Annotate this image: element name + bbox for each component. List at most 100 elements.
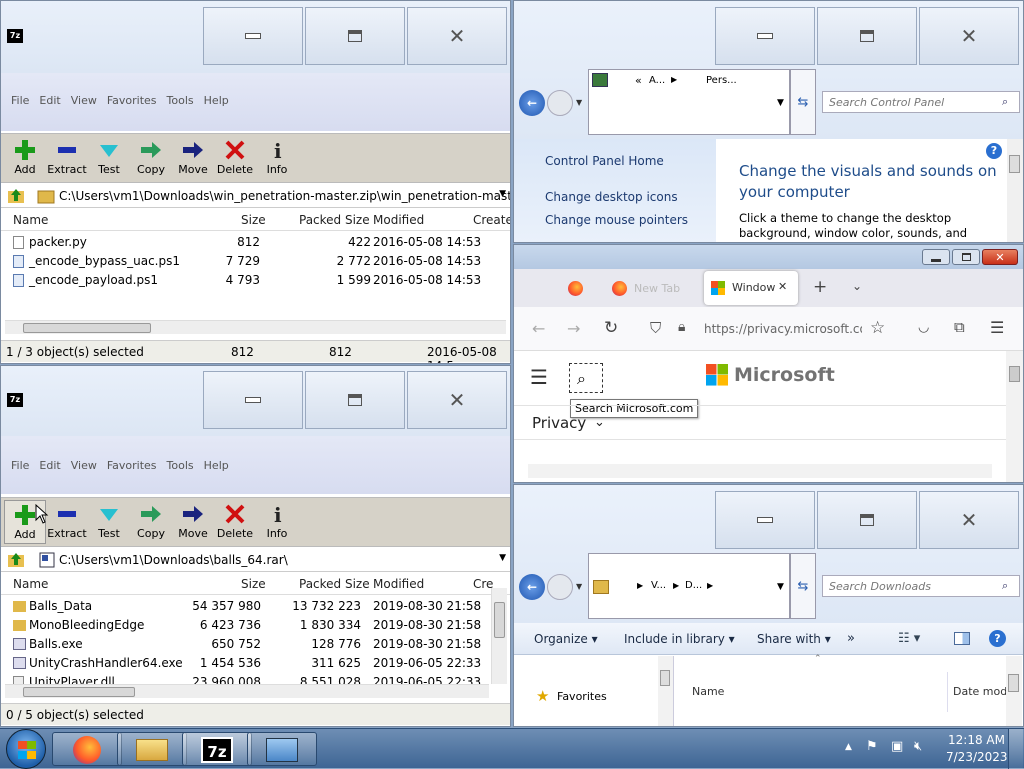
table-row[interactable]: _encode_payload.ps1 4 793 1 599 2016-05-…	[1, 271, 510, 290]
share-with-menu[interactable]: Share with ▾	[757, 632, 831, 646]
breadcrumb[interactable]: « A... ▶ Pers... ▼	[588, 69, 790, 135]
close-button[interactable]: ✕	[407, 371, 507, 429]
scroll-thumb[interactable]	[23, 687, 135, 697]
table-row[interactable]: packer.py 812 422 2016-05-08 14:53	[1, 233, 510, 252]
up-folder-icon[interactable]	[7, 551, 25, 569]
history-dropdown-icon[interactable]: ▼	[576, 582, 582, 591]
col-name[interactable]: Name	[692, 685, 724, 698]
menu-edit[interactable]: Edit	[39, 459, 60, 472]
delete-button[interactable]: Delete	[214, 500, 256, 544]
taskbar-explorer[interactable]	[117, 732, 187, 766]
menu-view[interactable]: View	[71, 94, 97, 107]
move-button[interactable]: Move	[172, 136, 214, 180]
close-button[interactable]: ✕	[982, 249, 1018, 265]
path-text[interactable]: C:\Users\vm1\Downloads\balls_64.rar\	[59, 553, 288, 567]
tab-1[interactable]	[562, 277, 596, 301]
app-menu-icon[interactable]: ☰	[990, 318, 1004, 337]
menu-edit[interactable]: Edit	[39, 94, 60, 107]
forward-button[interactable]	[547, 574, 573, 600]
info-button[interactable]: i Info	[256, 136, 298, 180]
pocket-icon[interactable]: ◡	[918, 320, 929, 335]
extract-button[interactable]: Extract	[46, 136, 88, 180]
maximize-button[interactable]	[817, 7, 917, 65]
maximize-button[interactable]	[305, 371, 405, 429]
change-mouse-pointers-link[interactable]: Change mouse pointers	[545, 213, 688, 227]
vertical-scrollbar[interactable]	[1006, 351, 1023, 482]
table-row[interactable]: UnityPlayer.dll 23 960 008 8 551 028 201…	[1, 673, 491, 684]
nav-scrollbar[interactable]	[658, 656, 673, 726]
reload-icon[interactable]: ↻	[604, 318, 618, 338]
crumb-dropdown-icon[interactable]: ▼	[777, 582, 784, 592]
history-dropdown-icon[interactable]: ▼	[576, 98, 582, 107]
col-name[interactable]: Name	[13, 577, 48, 591]
table-row[interactable]: MonoBleedingEdge 6 423 736 1 830 334 201…	[1, 616, 491, 635]
tab-new-tab[interactable]: New Tab	[606, 277, 701, 301]
test-button[interactable]: Test	[88, 500, 130, 544]
search-input[interactable]: Search Downloads	[822, 575, 1020, 597]
privacy-nav-label[interactable]: Privacy	[532, 414, 586, 432]
crumb-appearance[interactable]: A...	[649, 75, 665, 86]
chevron-down-icon[interactable]: ⌄	[594, 415, 605, 430]
search-button[interactable]: ⌕	[569, 363, 603, 393]
preview-pane-icon[interactable]	[954, 632, 970, 645]
help-icon[interactable]: ?	[986, 143, 1002, 159]
search-input[interactable]: Search Control Panel	[822, 91, 1020, 113]
vertical-scrollbar[interactable]	[1007, 139, 1023, 242]
forward-button[interactable]	[547, 90, 573, 116]
show-desktop-button[interactable]	[1008, 729, 1023, 769]
close-button[interactable]: ✕	[919, 491, 1019, 549]
forward-arrow-icon[interactable]: →	[567, 319, 580, 338]
control-panel-home-link[interactable]: Control Panel Home	[545, 154, 664, 168]
scroll-thumb[interactable]	[23, 323, 151, 333]
crumb-downloads[interactable]: D...	[685, 580, 702, 591]
show-hidden-icons-icon[interactable]: ▲	[845, 742, 852, 752]
favorites-nav-item[interactable]: Favorites	[557, 690, 607, 703]
organize-menu[interactable]: Organize ▾	[534, 632, 598, 646]
delete-button[interactable]: Delete	[214, 136, 256, 180]
menu-view[interactable]: View	[71, 459, 97, 472]
crumb-personalization[interactable]: Pers...	[706, 75, 737, 86]
vertical-scrollbar[interactable]	[1006, 656, 1022, 726]
col-packed[interactable]: Packed Size	[299, 213, 370, 227]
horizontal-scrollbar[interactable]	[5, 684, 489, 698]
more-commands-button[interactable]: »	[847, 631, 855, 646]
volume-muted-icon[interactable]: 🔇︎	[914, 739, 922, 754]
minimize-button[interactable]	[922, 249, 950, 265]
menu-help[interactable]: Help	[204, 459, 229, 472]
up-folder-icon[interactable]	[7, 187, 25, 205]
menu-file[interactable]: File	[11, 459, 29, 472]
tab-list-chevron-icon[interactable]: ⌄	[852, 279, 862, 293]
col-name[interactable]: Name	[13, 213, 48, 227]
taskbar-firefox[interactable]	[52, 732, 122, 766]
maximize-button[interactable]	[952, 249, 980, 265]
copy-button[interactable]: Copy	[130, 500, 172, 544]
info-button[interactable]: i Info	[256, 500, 298, 544]
bookmark-star-icon[interactable]: ☆	[870, 318, 885, 338]
clock-date[interactable]: 7/23/2023	[946, 750, 1008, 764]
scroll-thumb[interactable]	[494, 602, 505, 638]
network-icon[interactable]: ▣	[891, 739, 903, 754]
move-button[interactable]: Move	[172, 500, 214, 544]
table-row[interactable]: UnityCrashHandler64.exe 1 454 536 311 62…	[1, 654, 491, 673]
close-button[interactable]: ✕	[919, 7, 1019, 65]
extract-button[interactable]: Extract	[46, 500, 88, 544]
table-row[interactable]: Balls.exe 650 752 128 776 2019-08-30 21:…	[1, 635, 491, 654]
back-button[interactable]: ←	[519, 90, 545, 116]
menu-tools[interactable]: Tools	[167, 94, 194, 107]
scroll-thumb[interactable]	[1009, 366, 1020, 382]
col-modified[interactable]: Modified	[373, 213, 424, 227]
minimize-button[interactable]	[715, 7, 815, 65]
refresh-button[interactable]: ⇆	[790, 553, 816, 619]
menu-help[interactable]: Help	[204, 94, 229, 107]
table-row[interactable]: _encode_bypass_uac.ps1 7 729 2 772 2016-…	[1, 252, 510, 271]
view-options-icon[interactable]: ☷ ▾	[898, 631, 920, 646]
url-field[interactable]: https://privacy.microsoft.com	[704, 322, 862, 336]
taskbar-control-panel[interactable]	[247, 732, 317, 766]
breadcrumb[interactable]: ▶ V... ▶ D... ▶ ▼	[588, 553, 790, 619]
microsoft-logo[interactable]: Microsoft	[706, 363, 835, 389]
lock-icon[interactable]: 🔒︎	[678, 319, 685, 335]
tab-close-icon[interactable]: ✕	[778, 280, 787, 293]
crumb-overflow[interactable]: «	[635, 74, 642, 87]
path-dropdown-icon[interactable]: ▼	[499, 553, 506, 563]
copy-button[interactable]: Copy	[130, 136, 172, 180]
